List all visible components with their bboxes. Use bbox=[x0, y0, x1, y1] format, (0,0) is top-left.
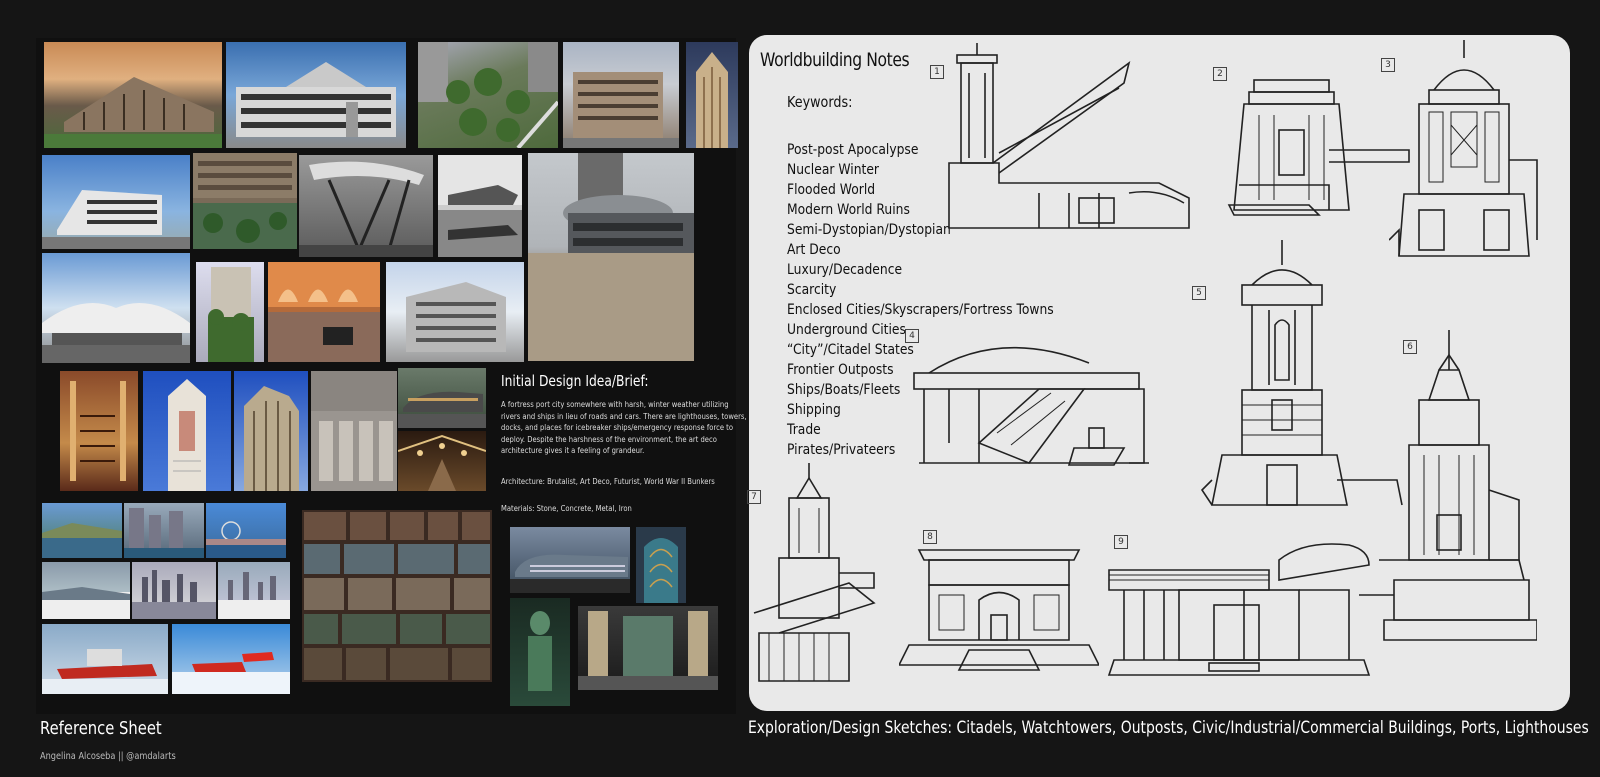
reference-photo-deco-relief-wall bbox=[578, 606, 718, 690]
reference-photo-red-interior bbox=[268, 262, 380, 362]
reference-photo-modernist-bw bbox=[438, 155, 522, 257]
keyword-item: Scarcity bbox=[787, 282, 837, 298]
sketch-8-civic-hall bbox=[899, 540, 1099, 678]
reference-photo-brutalist-terraces bbox=[44, 42, 222, 148]
reference-photo-futurist-building bbox=[226, 42, 406, 148]
reference-photo-streamliner bbox=[510, 527, 630, 593]
reference-photo-brick-apartments bbox=[563, 42, 679, 148]
reference-photo-twa-terminal bbox=[42, 253, 190, 363]
reference-photo-saucer-building bbox=[528, 153, 694, 361]
reference-photo-icebreaker-ship bbox=[42, 624, 168, 694]
reference-photo-rescue-ship bbox=[172, 624, 290, 694]
sketch-7-stepped-tower bbox=[749, 463, 884, 683]
reference-photo-terraced-gardens bbox=[418, 42, 558, 148]
sketch-4-dome-outpost bbox=[909, 333, 1159, 471]
brief-materials: Materials: Stone, Concrete, Metal, Iron bbox=[501, 503, 632, 513]
sketch-2-citadel-gate bbox=[1219, 70, 1414, 220]
keyword-item: Enclosed Cities/Skyscrapers/Fortress Tow… bbox=[787, 302, 1054, 318]
reference-photo-city-canal bbox=[124, 503, 204, 558]
reference-photo-barbican-garden bbox=[193, 153, 297, 249]
sketch-3-deco-tower bbox=[1389, 40, 1539, 262]
reference-photo-stone-relief bbox=[311, 371, 397, 491]
reference-photo-deco-spire bbox=[143, 371, 231, 491]
reference-photo-brutalist-facade bbox=[386, 262, 524, 362]
reference-photo-ornate-door bbox=[636, 527, 686, 603]
notes-title: Worldbuilding Notes bbox=[760, 49, 910, 71]
reference-photo-frozen-skyline bbox=[218, 562, 290, 619]
artist-credit: Angelina Alcoseba || @amdalarts bbox=[40, 751, 176, 762]
reference-photo-deco-tower bbox=[686, 42, 738, 148]
reference-photo-cantilever-bw bbox=[299, 155, 433, 257]
reference-photo-deco-stairwell bbox=[60, 371, 138, 491]
reference-sheet-title: Reference Sheet bbox=[40, 718, 162, 739]
reference-photo-interior-collage bbox=[302, 510, 492, 682]
reference-photo-harbor-aerial bbox=[42, 503, 122, 558]
brief-architecture: Architecture: Brutalist, Art Deco, Futur… bbox=[501, 476, 715, 486]
sketch-9-industrial-building bbox=[1104, 535, 1374, 680]
reference-photo-streamline-train bbox=[398, 368, 486, 428]
keyword-item: Luxury/Decadence bbox=[787, 262, 903, 278]
sketches-caption: Exploration/Design Sketches: Citadels, W… bbox=[748, 718, 1589, 738]
sketch-panel: Worldbuilding Notes Keywords: Post-post … bbox=[747, 35, 1570, 711]
reference-photo-pier bbox=[206, 503, 286, 558]
brief-text: A fortress port city somewhere with hars… bbox=[501, 399, 747, 455]
reference-photo-green-tower bbox=[196, 262, 264, 362]
reference-photo-cantilever-building bbox=[42, 155, 190, 249]
reference-photo-winter-shore bbox=[42, 562, 130, 619]
keywords-heading: Keywords: bbox=[787, 93, 853, 111]
sketch-1-lighthouse-station bbox=[939, 43, 1199, 235]
sketch-6-spire-tower bbox=[1359, 330, 1537, 646]
reference-photo-deco-skyscraper bbox=[234, 371, 308, 491]
brief-title: Initial Design Idea/Brief: bbox=[501, 372, 649, 390]
reference-photo-grand-hall bbox=[398, 431, 486, 491]
reference-photo-skyline-winter bbox=[132, 562, 216, 619]
reference-photo-statue-relief bbox=[510, 598, 570, 706]
keyword-item: Art Deco bbox=[787, 242, 841, 258]
